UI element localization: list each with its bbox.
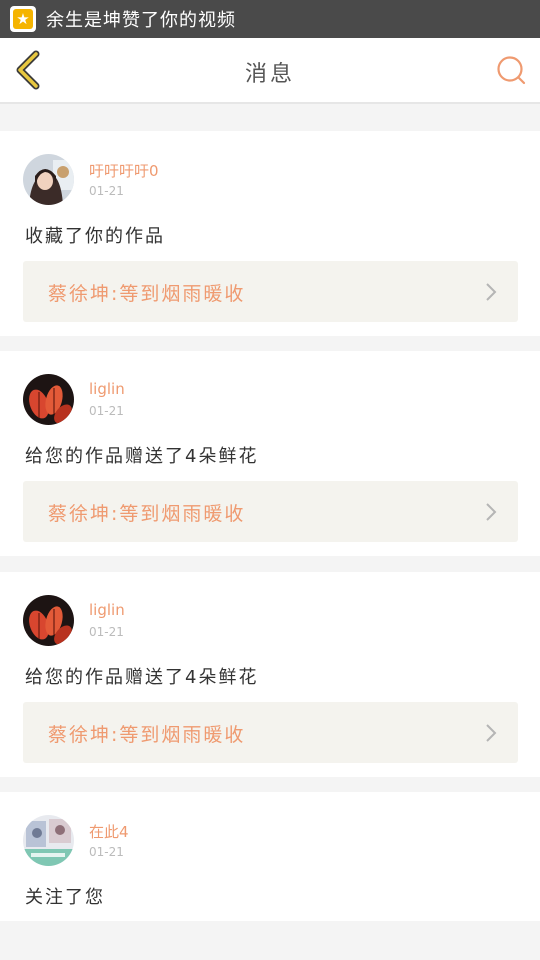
user-avatar[interactable] bbox=[23, 595, 74, 646]
work-title: 蔡徐坤:等到烟雨暖收 bbox=[48, 283, 246, 305]
username[interactable]: liglin bbox=[89, 380, 125, 398]
user-avatar[interactable] bbox=[23, 374, 74, 425]
user-avatar[interactable] bbox=[23, 815, 74, 866]
work-link[interactable]: 蔡徐坤:等到烟雨暖收 bbox=[23, 261, 518, 322]
message-action: 给您的作品赠送了4朵鲜花 bbox=[25, 667, 259, 688]
notification-text: 余生是坤赞了你的视频 bbox=[46, 10, 236, 31]
user-avatar[interactable] bbox=[23, 154, 74, 205]
message-action: 给您的作品赠送了4朵鲜花 bbox=[25, 446, 259, 467]
message-action: 关注了您 bbox=[25, 887, 105, 908]
notification-bar[interactable]: ★ 余生是坤赞了你的视频 bbox=[0, 0, 540, 38]
username[interactable]: liglin bbox=[89, 601, 125, 619]
username[interactable]: 吁吁吁吁0 bbox=[89, 160, 159, 181]
search-icon[interactable] bbox=[496, 55, 526, 85]
message-date: 01-21 bbox=[89, 625, 124, 639]
message-date: 01-21 bbox=[89, 404, 124, 418]
message-card: liglin 01-21 给您的作品赠送了4朵鲜花 蔡徐坤:等到烟雨暖收 bbox=[0, 572, 540, 777]
work-title: 蔡徐坤:等到烟雨暖收 bbox=[48, 724, 246, 746]
chevron-right-icon bbox=[486, 724, 497, 742]
chevron-right-icon bbox=[486, 503, 497, 521]
page-title: 消息 bbox=[244, 62, 295, 87]
work-link[interactable]: 蔡徐坤:等到烟雨暖收 bbox=[23, 702, 518, 763]
chevron-right-icon bbox=[486, 283, 497, 301]
message-date: 01-21 bbox=[89, 845, 124, 859]
message-action: 收藏了你的作品 bbox=[25, 226, 165, 247]
message-date: 01-21 bbox=[89, 184, 124, 198]
work-title: 蔡徐坤:等到烟雨暖收 bbox=[48, 503, 246, 525]
message-card: 吁吁吁吁0 01-21 收藏了你的作品 蔡徐坤:等到烟雨暖收 bbox=[0, 131, 540, 336]
header: 消息 bbox=[0, 38, 540, 104]
message-card: liglin 01-21 给您的作品赠送了4朵鲜花 蔡徐坤:等到烟雨暖收 bbox=[0, 351, 540, 556]
star-badge-icon: ★ bbox=[10, 6, 36, 32]
work-link[interactable]: 蔡徐坤:等到烟雨暖收 bbox=[23, 481, 518, 542]
message-card: 在此4 01-21 关注了您 bbox=[0, 792, 540, 921]
username[interactable]: 在此4 bbox=[89, 821, 129, 842]
